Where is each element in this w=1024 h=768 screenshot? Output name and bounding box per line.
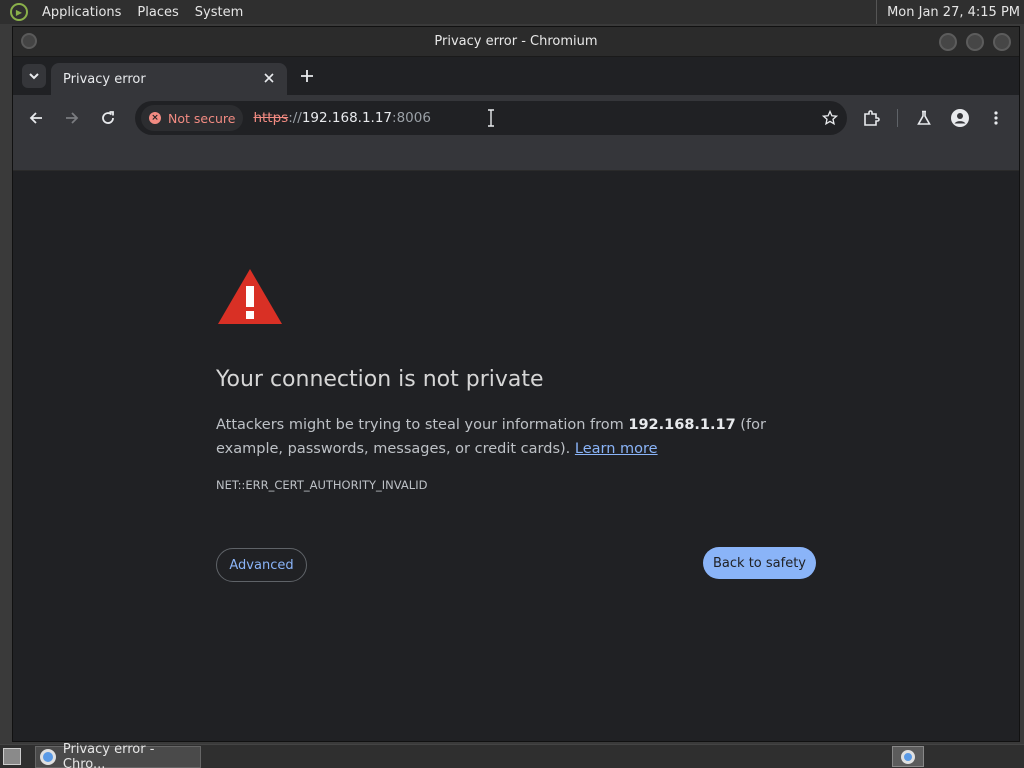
- chromium-icon: [40, 749, 56, 765]
- desktop: ▶ Applications Places System Mon Jan 27,…: [0, 0, 1024, 768]
- chromium-tray-icon: [901, 749, 915, 764]
- arrow-left-icon: [29, 112, 42, 124]
- tab-strip: Privacy error: [13, 57, 1019, 95]
- arrow-right-icon: [66, 112, 79, 124]
- star-icon: [822, 110, 838, 126]
- back-button[interactable]: [23, 105, 49, 131]
- tab-search-button[interactable]: [22, 64, 46, 88]
- window-menu-icon[interactable]: [21, 33, 37, 49]
- flask-icon: [917, 110, 931, 125]
- clock-text: Mon Jan 27, 4:15 PM: [887, 4, 1020, 20]
- back-to-safety-button[interactable]: Back to safety: [703, 547, 816, 579]
- toolbar-divider: [897, 109, 898, 127]
- distro-logo-icon[interactable]: ▶: [10, 3, 28, 21]
- security-chip-label: Not secure: [168, 110, 236, 126]
- learn-more-link[interactable]: Learn more: [575, 441, 658, 457]
- menu-button[interactable]: [983, 105, 1009, 131]
- window-titlebar[interactable]: Privacy error - Chromium: [13, 27, 1019, 57]
- panel-clock[interactable]: Mon Jan 27, 4:15 PM: [876, 0, 1020, 24]
- host-name: 192.168.1.17: [628, 417, 736, 433]
- taskbar-item-chromium[interactable]: Privacy error - Chro...: [35, 742, 201, 768]
- reload-icon: [102, 111, 114, 124]
- plus-icon: [301, 70, 313, 82]
- close-icon: [264, 73, 274, 83]
- text-cursor-icon: [487, 109, 494, 127]
- puzzle-icon: [864, 110, 880, 126]
- browser-toolbar: × Not secure https://192.168.1.17:8006: [13, 95, 1019, 141]
- error-description: Attackers might be trying to steal your …: [216, 413, 796, 461]
- avatar-icon: [951, 109, 969, 127]
- error-code[interactable]: NET::ERR_CERT_AUTHORITY_INVALID: [216, 478, 427, 492]
- url-scheme: https: [253, 110, 289, 126]
- forward-button[interactable]: [59, 105, 85, 131]
- tab-privacy-error[interactable]: Privacy error: [51, 63, 287, 95]
- tray-chromium-button[interactable]: [892, 746, 924, 767]
- tab-close-button[interactable]: [261, 70, 277, 86]
- bookmark-bar: [13, 141, 1019, 171]
- close-window-button[interactable]: [993, 33, 1011, 51]
- labs-button[interactable]: [911, 105, 937, 131]
- menu-applications[interactable]: Applications: [34, 5, 129, 20]
- bottom-panel: Privacy error - Chro...: [0, 742, 1024, 768]
- bookmark-star-button[interactable]: [817, 105, 843, 131]
- page-content: Your connection is not private Attackers…: [13, 172, 1019, 741]
- page-title: Your connection is not private: [216, 367, 544, 392]
- url-separator: ://: [288, 110, 302, 126]
- top-panel: ▶ Applications Places System Mon Jan 27,…: [0, 0, 1024, 24]
- tab-label: Privacy error: [63, 71, 146, 87]
- extensions-button[interactable]: [858, 105, 884, 131]
- minimize-button[interactable]: [939, 33, 957, 51]
- reload-button[interactable]: [95, 105, 121, 131]
- advanced-button[interactable]: Advanced: [216, 548, 307, 582]
- not-secure-icon: ×: [149, 112, 161, 124]
- window-controls: [939, 33, 1011, 51]
- chevron-down-icon: [29, 73, 39, 80]
- profile-button[interactable]: [947, 105, 973, 131]
- more-vert-icon: [994, 111, 998, 125]
- url-text[interactable]: https://192.168.1.17:8006: [253, 110, 431, 126]
- security-chip[interactable]: × Not secure: [141, 105, 244, 131]
- url-host: 192.168.1.17: [301, 110, 393, 126]
- browser-window: Privacy error - Chromium Privacy error ×…: [12, 26, 1020, 742]
- description-text: Attackers might be trying to steal your …: [216, 417, 629, 433]
- url-port: :8006: [392, 110, 431, 126]
- menu-places[interactable]: Places: [129, 5, 186, 20]
- window-title: Privacy error - Chromium: [434, 34, 598, 49]
- taskbar-item-label: Privacy error - Chro...: [62, 742, 155, 768]
- menu-system[interactable]: System: [187, 5, 251, 20]
- show-desktop-button[interactable]: [3, 748, 21, 765]
- new-tab-button[interactable]: [296, 65, 318, 87]
- warning-triangle-icon: [218, 269, 282, 324]
- maximize-button[interactable]: [966, 33, 984, 51]
